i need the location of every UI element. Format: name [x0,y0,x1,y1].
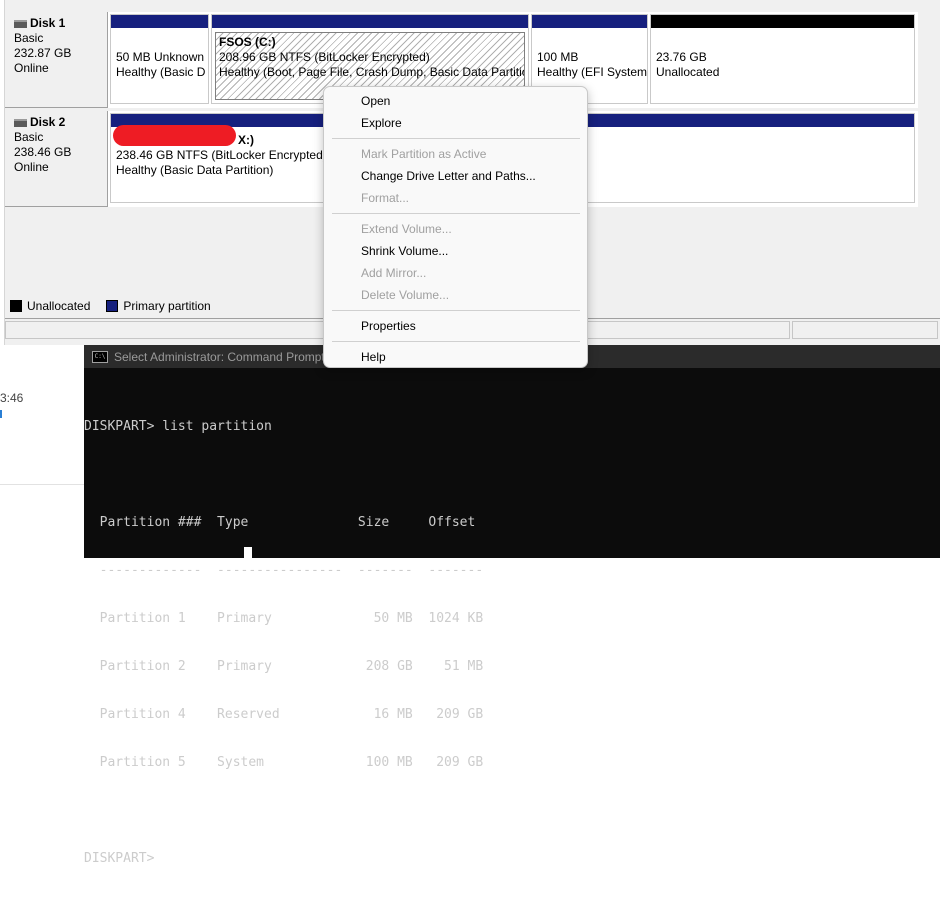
menu-separator [332,138,580,139]
cmd-line: DISKPART> list partition [84,419,272,434]
cmd-icon: C:\ [92,350,108,363]
cmd-line: Partition 5 System 100 MB 209 GB [84,755,484,770]
disk-2-label[interactable]: Disk 2 Basic 238.46 GB Online [5,111,108,207]
disk-type: Basic [14,130,44,144]
menu-separator [332,213,580,214]
cmd-line [84,803,483,819]
partition-status: Unallocated [656,65,720,79]
context-menu: Open Explore Mark Partition as Active Ch… [323,86,588,368]
disk-size: 238.46 GB [14,145,72,159]
cmd-output[interactable]: DISKPART> list partition Partition ### T… [84,387,483,899]
cmd-line: Partition 1 Primary 50 MB 1024 KB [84,611,484,626]
disk-size: 232.87 GB [14,46,72,60]
partition-title: FSOS (C:) [219,35,276,49]
text-cursor [244,547,252,558]
partition-bar [651,15,914,28]
menu-item-open[interactable]: Open [361,94,390,108]
partition-bar [532,15,647,28]
redaction-mark [113,125,236,146]
cmd-line: Partition 4 Reserved 16 MB 209 GB [84,707,484,722]
disk-status: Online [14,160,49,174]
legend-label: Unallocated [27,299,91,313]
partition-unallocated[interactable]: 23.76 GB Unallocated [650,14,915,104]
cmd-line: Partition 2 Primary 208 GB 51 MB [84,659,484,674]
menu-item-properties[interactable]: Properties [361,319,416,333]
menu-item-delete-volume: Delete Volume... [361,288,450,302]
disk-1-label[interactable]: Disk 1 Basic 232.87 GB Online [5,12,108,108]
menu-item-change-drive-letter[interactable]: Change Drive Letter and Paths... [361,169,536,183]
menu-item-extend-volume: Extend Volume... [361,222,452,236]
disk-name: Disk 1 [30,16,66,30]
background-accent [0,410,2,418]
menu-separator [332,310,580,311]
legend-label: Primary partition [123,299,211,313]
menu-item-mark-active: Mark Partition as Active [361,147,487,161]
menu-separator [332,341,580,342]
partition-status: Healthy (Basic D [116,65,206,79]
partition-unknown[interactable]: 50 MB Unknown Healthy (Basic D [110,14,209,104]
menu-item-format: Format... [361,191,410,205]
partition-bar [212,15,528,28]
legend-swatch-unallocated [10,300,22,312]
background-time-text: 3:46 [0,391,24,405]
disk-name: Disk 2 [30,115,66,129]
partition-bar [111,15,208,28]
menu-item-help[interactable]: Help [361,350,386,364]
menu-item-add-mirror: Add Mirror... [361,266,427,280]
disk-type: Basic [14,31,44,45]
disk-icon [14,118,27,127]
disk-status: Online [14,61,49,75]
legend-swatch-primary [106,300,119,312]
cmd-line: Partition ### Type Size Offset [84,515,476,530]
status-cell [792,321,938,339]
cmd-line: ------------- ---------------- ------- -… [84,563,484,578]
menu-item-explore[interactable]: Explore [361,116,402,130]
command-prompt-window[interactable]: C:\ Select Administrator: Command Prompt… [84,345,940,866]
partition-status: Healthy (EFI System [537,65,647,79]
cmd-line [84,467,483,483]
cmd-prompt-line: DISKPART> [84,851,155,866]
background-divider [0,484,84,485]
legend: Unallocated Primary partition [10,299,211,313]
cmd-title: Select Administrator: Command Prompt [114,349,325,364]
disk-2-title: Disk 2 [14,115,107,130]
disk-1-title: Disk 1 [14,16,107,31]
partition-size: 100 MB [537,50,579,64]
partition-size: 208.96 GB NTFS (BitLocker Encrypted) [219,50,430,64]
partition-size: 23.76 GB [656,50,707,64]
partition-size: 50 MB Unknown [116,50,205,64]
disk-icon [14,19,27,28]
menu-item-shrink-volume[interactable]: Shrink Volume... [361,244,448,258]
partition-status: Healthy (Boot, Page File, Crash Dump, Ba… [219,65,524,79]
